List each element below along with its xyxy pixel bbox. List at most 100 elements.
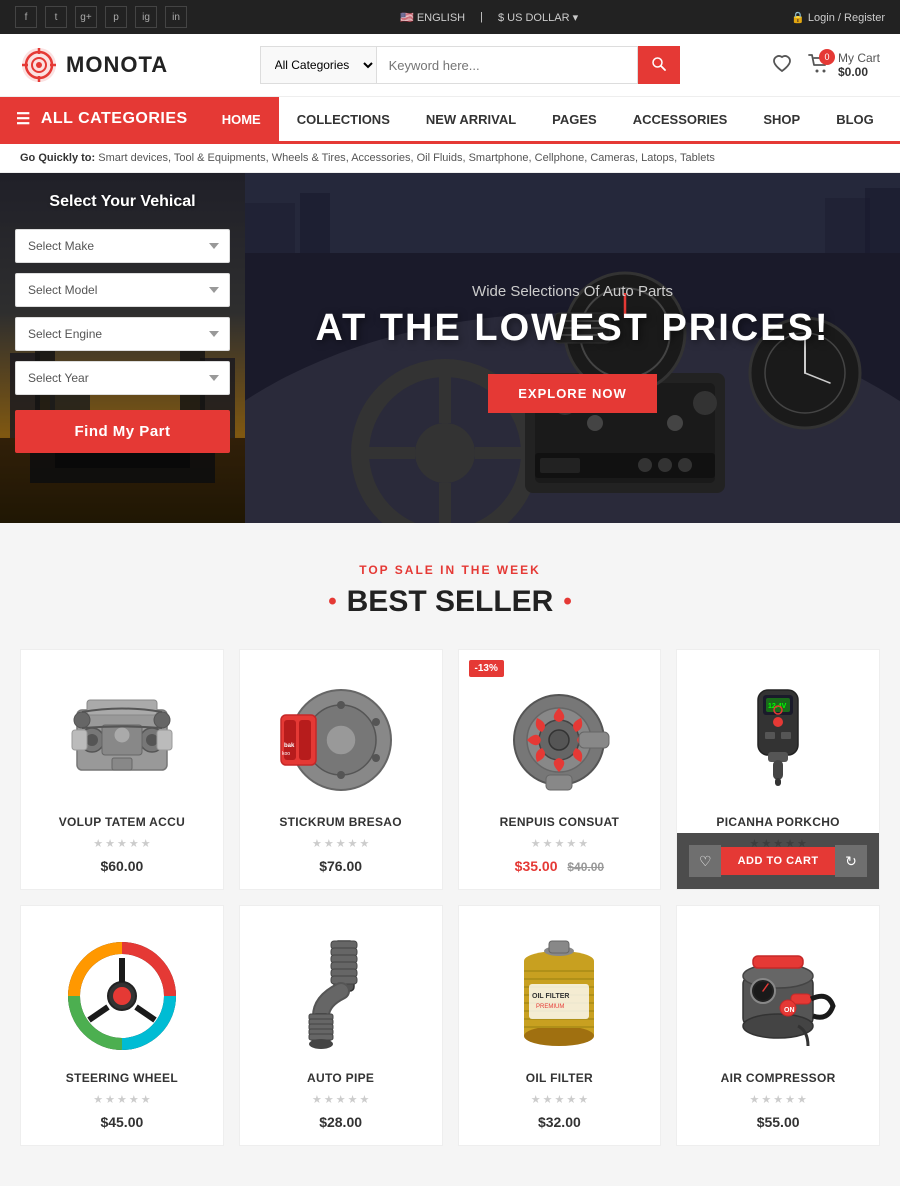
search-bar: All Categories [260, 46, 680, 84]
oil-filter-icon: OIL FILTER PREMIUM [494, 936, 624, 1056]
vehicle-title: Select Your Vehical [15, 193, 230, 211]
refresh-icon-button[interactable]: ↻ [835, 845, 867, 877]
hero-content: Wide Selections Of Auto Parts AT THE LOW… [295, 263, 849, 434]
header-actions: 0 My Cart $0.00 [771, 51, 880, 79]
product-image-7: OIL FILTER PREMIUM [489, 931, 629, 1061]
product-card-4[interactable]: 12.4V ♡ ADD TO CART [676, 649, 880, 890]
quicklink-smart[interactable]: Smart devices [98, 152, 168, 164]
top-bar: f t g+ p ig in 🇺🇸 ENGLISH | $ US DOLLAR … [0, 0, 900, 34]
year-select[interactable]: Select Year [15, 361, 230, 395]
instagram-icon[interactable]: ig [135, 6, 157, 28]
product-image-1 [52, 675, 192, 805]
quicklink-latops[interactable]: Latops [641, 152, 674, 164]
linkedin-icon[interactable]: in [165, 6, 187, 28]
header: MONOTA All Categories [0, 34, 900, 97]
category-select[interactable]: All Categories [260, 46, 376, 84]
login-link[interactable]: Login [808, 12, 835, 24]
language-selector[interactable]: 🇺🇸 ENGLISH [400, 11, 465, 24]
quicklink-smartphone[interactable]: Smartphone [469, 152, 529, 164]
product-card-1[interactable]: VOLUP TATEM ACCU ★★★★★ $60.00 [20, 649, 224, 890]
svg-text:OIL FILTER: OIL FILTER [532, 993, 569, 1000]
menu-icon: ☰ [16, 109, 31, 129]
product-image-4: 12.4V [708, 675, 848, 805]
logo[interactable]: MONOTA [20, 46, 168, 84]
product-image-2: bak koo [271, 675, 411, 805]
product-card-2[interactable]: bak koo STICKRUM BRESAO ★★★★★ $76.00 [239, 649, 443, 890]
quicklink-oil[interactable]: Oil Fluids [417, 152, 463, 164]
vehicle-form: Select Your Vehical Select Make Select M… [0, 173, 245, 473]
product-overlay-4: ♡ ADD TO CART ↻ [677, 833, 879, 889]
nav-new-arrival[interactable]: NEW ARRIVAL [408, 97, 534, 141]
engine-select[interactable]: Select Engine [15, 317, 230, 351]
svg-text:bak: bak [284, 743, 295, 749]
wishlist-product-button[interactable]: ♡ [689, 845, 721, 877]
product-image-5 [52, 931, 192, 1061]
nav-shop[interactable]: SHOP [745, 97, 818, 141]
search-input[interactable] [376, 46, 638, 84]
product-grid-row2: STEERING WHEEL ★★★★★ $45.00 [20, 905, 880, 1146]
make-select[interactable]: Select Make [15, 229, 230, 263]
auth-links: 🔒 Login / Register [791, 11, 885, 24]
product-stars-7: ★★★★★ [474, 1093, 646, 1106]
svg-text:ON: ON [784, 1007, 795, 1014]
product-card-8[interactable]: ON AIR COMPRESSOR ★★★★★ $55.00 [676, 905, 880, 1146]
wishlist-button[interactable] [771, 53, 793, 78]
nav-blog[interactable]: BLOG [818, 97, 892, 141]
search-button[interactable] [638, 46, 680, 84]
quicklink-wheels[interactable]: Wheels & Tires [272, 152, 346, 164]
search-icon [652, 57, 666, 71]
best-seller-section: TOP SALE IN THE WEEK BEST SELLER [0, 523, 900, 1186]
cart-button[interactable]: 0 My Cart $0.00 [808, 51, 880, 79]
quicklink-tablets[interactable]: Tablets [680, 152, 715, 164]
cart-text: My Cart $0.00 [838, 51, 880, 79]
product-card-5[interactable]: STEERING WHEEL ★★★★★ $45.00 [20, 905, 224, 1146]
nav-accessories[interactable]: ACCESSORIES [615, 97, 746, 141]
hero-title: AT THE LOWEST PRICES! [315, 308, 829, 350]
product-name-2: STICKRUM BRESAO [255, 815, 427, 829]
product-grid: VOLUP TATEM ACCU ★★★★★ $60.00 [20, 649, 880, 890]
facebook-icon[interactable]: f [15, 6, 37, 28]
charger-icon: 12.4V [713, 680, 843, 800]
quicklink-cellphone[interactable]: Cellphone [535, 152, 585, 164]
turbo-icon [494, 680, 624, 800]
product-image-8: ON [708, 931, 848, 1061]
all-categories-button[interactable]: ☰ ALL CATEGORIES [0, 97, 204, 141]
model-select[interactable]: Select Model [15, 273, 230, 307]
product-card-7[interactable]: OIL FILTER PREMIUM OIL FILTER ★★★★★ $32.… [458, 905, 662, 1146]
currency-selector[interactable]: $ US DOLLAR ▾ [498, 11, 578, 24]
product-price-1: $60.00 [36, 858, 208, 874]
explore-button[interactable]: EXPLORE NOW [488, 374, 657, 413]
hero-subtitle: Wide Selections Of Auto Parts [315, 283, 829, 300]
product-card-3[interactable]: -13% [458, 649, 662, 890]
product-name-7: OIL FILTER [474, 1071, 646, 1085]
product-name-3: RENPUIS CONSUAT [474, 815, 646, 829]
twitter-icon[interactable]: t [45, 6, 67, 28]
top-bar-settings: 🇺🇸 ENGLISH | $ US DOLLAR ▾ [400, 11, 578, 24]
product-stars-2: ★★★★★ [255, 837, 427, 850]
product-card-6[interactable]: AUTO PIPE ★★★★★ $28.00 [239, 905, 443, 1146]
heart-icon [771, 53, 793, 73]
quicklink-accessories[interactable]: Accessories [351, 152, 410, 164]
pipe-icon [276, 936, 406, 1056]
svg-text:koo: koo [282, 751, 290, 757]
logo-text: MONOTA [66, 52, 168, 78]
nav-home[interactable]: HOME [204, 97, 279, 141]
nav-pages[interactable]: PAGES [534, 97, 615, 141]
quicklinks-bar: Go Quickly to: Smart devices, Tool & Equ… [0, 144, 900, 173]
product-stars-3: ★★★★★ [474, 837, 646, 850]
pinterest-icon[interactable]: p [105, 6, 127, 28]
nav-collections[interactable]: COLLECTIONS [279, 97, 408, 141]
quicklink-tool[interactable]: Tool & Equipments [174, 152, 266, 164]
discount-badge-3: -13% [469, 660, 504, 677]
product-name-6: AUTO PIPE [255, 1071, 427, 1085]
section-label: TOP SALE IN THE WEEK [20, 563, 880, 577]
product-price-7: $32.00 [474, 1114, 646, 1130]
product-price-3: $35.00 $40.00 [474, 858, 646, 874]
add-to-cart-button-4[interactable]: ADD TO CART [721, 847, 835, 875]
engine-icon [57, 680, 187, 800]
product-stars-8: ★★★★★ [692, 1093, 864, 1106]
quicklink-cameras[interactable]: Cameras [590, 152, 635, 164]
register-link[interactable]: Register [844, 12, 885, 24]
find-my-part-button[interactable]: Find My Part [15, 410, 230, 453]
googleplus-icon[interactable]: g+ [75, 6, 97, 28]
